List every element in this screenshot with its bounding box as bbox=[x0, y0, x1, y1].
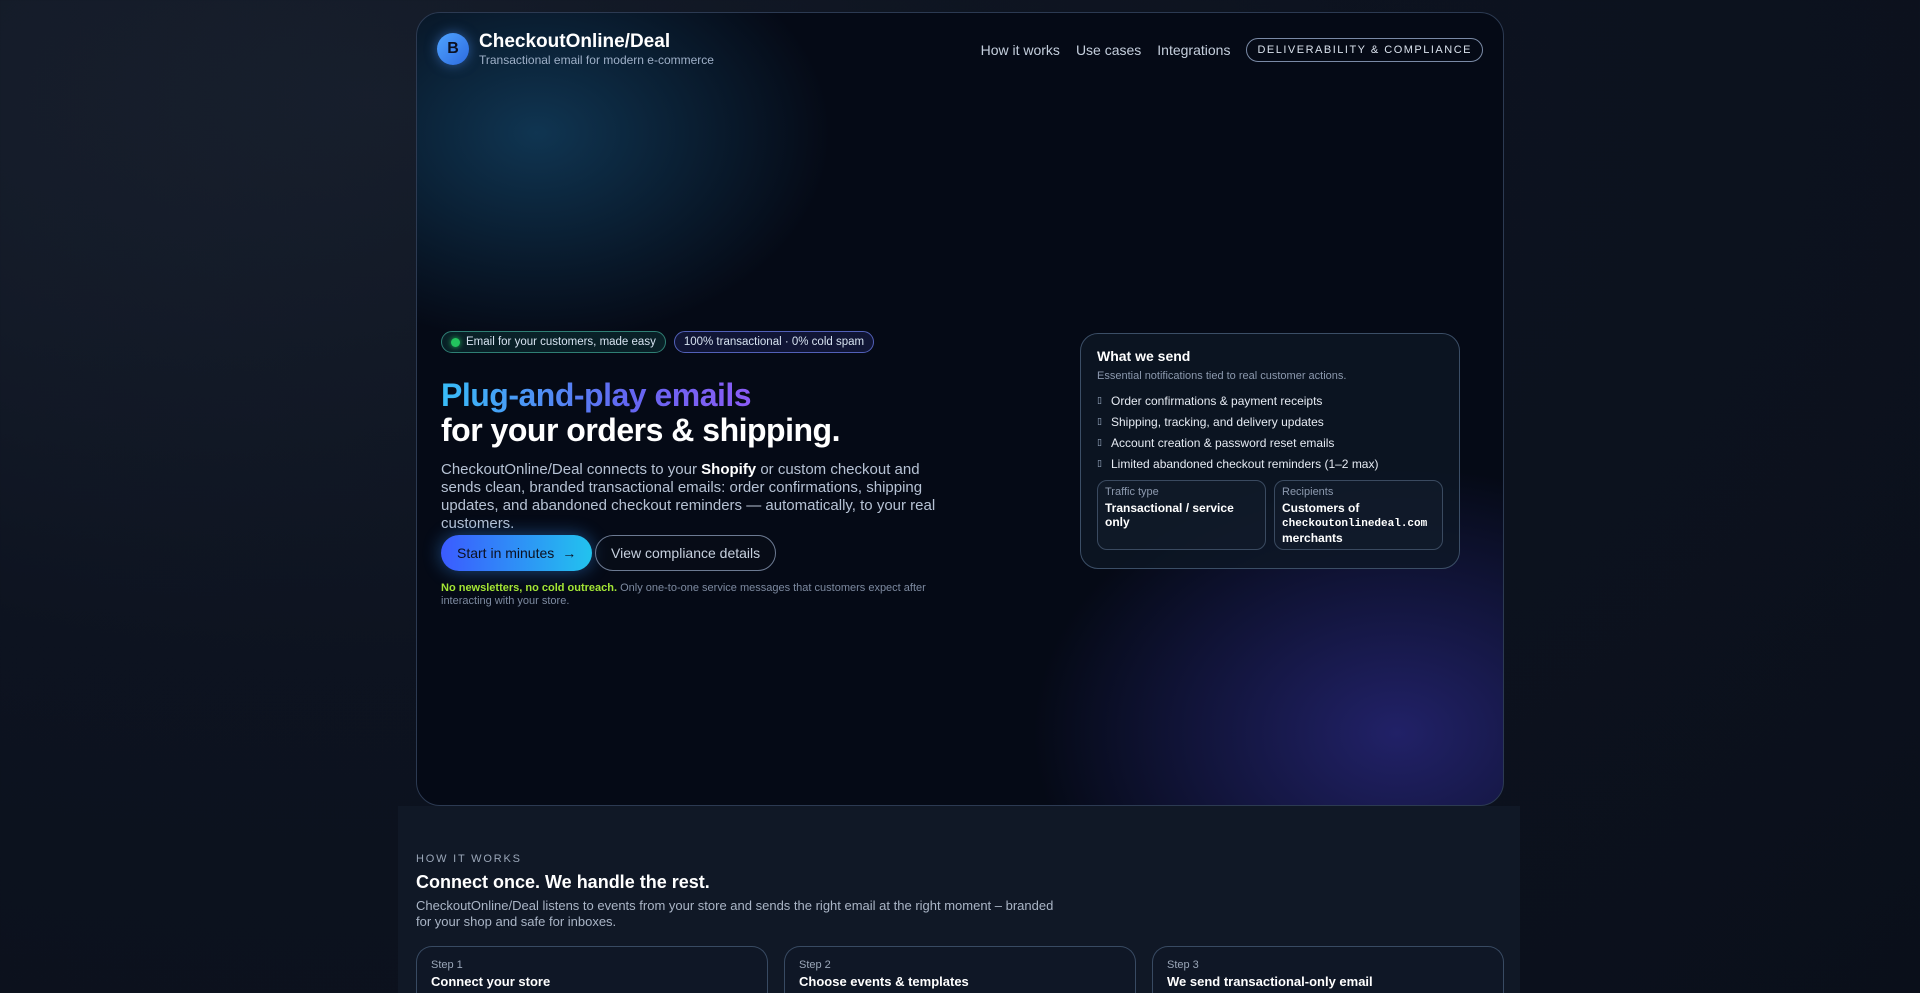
what-we-send-card: What we send Essential notifications tie… bbox=[1080, 333, 1460, 569]
recipients-prefix: Customers of bbox=[1282, 501, 1360, 515]
step-card: Step 3 We send transactional-only email bbox=[1152, 946, 1504, 993]
hero-note: No newsletters, no cold outreach. Only o… bbox=[441, 582, 931, 608]
hero-pills: Email for your customers, made easy 100%… bbox=[441, 331, 875, 353]
list-item: ▯ Account creation & password reset email… bbox=[1097, 432, 1443, 453]
traffic-type-value: Transactional / service only bbox=[1105, 501, 1234, 529]
pill-transactional: 100% transactional · 0% cold spam bbox=[673, 331, 875, 353]
pill-customers-label: Email for your customers, made easy bbox=[466, 336, 656, 348]
lead-text-start: CheckoutOnline/Deal connects to your bbox=[441, 461, 702, 478]
top-nav: How it works Use cases Integrations DELI… bbox=[981, 38, 1483, 62]
check-icon: ▯ bbox=[1097, 395, 1102, 405]
steps: Step 1 Connect your store Step 2 Choose … bbox=[416, 946, 1504, 993]
check-icon: ▯ bbox=[1097, 458, 1102, 468]
list-item-label: Shipping, tracking, and delivery updates bbox=[1111, 414, 1324, 429]
recipients-suffix: merchants bbox=[1282, 531, 1343, 545]
nav-link-how-it-works[interactable]: How it works bbox=[981, 42, 1060, 58]
arrow-right-icon: → bbox=[562, 545, 577, 561]
send-list: ▯ Order confirmations & payment receipts … bbox=[1097, 390, 1443, 474]
brand[interactable]: B CheckoutOnline/Deal Transactional emai… bbox=[437, 31, 714, 67]
step-number: Step 2 bbox=[799, 959, 831, 971]
list-item-label: Order confirmations & payment receipts bbox=[1111, 393, 1323, 408]
nav-deliverability-button[interactable]: DELIVERABILITY & COMPLIANCE bbox=[1246, 38, 1483, 62]
brand-tagline: Transactional email for modern e-commerc… bbox=[479, 53, 714, 67]
list-item: ▯ Order confirmations & payment receipts bbox=[1097, 390, 1443, 411]
recipients-value: Customers of checkoutonlinedeal.com merc… bbox=[1282, 501, 1435, 545]
step-title: Choose events & templates bbox=[799, 974, 969, 989]
what-we-send-subtitle: Essential notifications tied to real cus… bbox=[1097, 370, 1347, 382]
status-dot-icon bbox=[451, 337, 460, 347]
recipients-domain: checkoutonlinedeal.com bbox=[1282, 518, 1428, 530]
step-number: Step 1 bbox=[431, 959, 463, 971]
step-card: Step 2 Choose events & templates bbox=[784, 946, 1136, 993]
hero-card: B CheckoutOnline/Deal Transactional emai… bbox=[416, 12, 1504, 806]
hero-lead: CheckoutOnline/Deal connects to your Sho… bbox=[441, 461, 961, 533]
step-number: Step 3 bbox=[1167, 959, 1199, 971]
list-item-label: Account creation & password reset emails bbox=[1111, 435, 1335, 450]
brand-logo[interactable]: B bbox=[437, 33, 469, 65]
compliance-button[interactable]: View compliance details bbox=[595, 535, 777, 571]
start-button[interactable]: Start in minutes → bbox=[441, 535, 593, 571]
what-we-send-title: What we send bbox=[1097, 348, 1191, 364]
pill-transactional-label: 100% transactional · 0% cold spam bbox=[683, 336, 865, 348]
brand-text: CheckoutOnline/Deal Transactional email … bbox=[479, 31, 714, 67]
how-it-works-kicker: HOW IT WORKS bbox=[416, 853, 522, 865]
nav-link-use-cases[interactable]: Use cases bbox=[1076, 42, 1141, 58]
step-title: Connect your store bbox=[431, 974, 551, 989]
list-item: ▯ Limited abandoned checkout reminders (1… bbox=[1097, 453, 1443, 474]
lead-shopify: Shopify bbox=[701, 461, 757, 478]
traffic-type-box: Traffic type Transactional / service onl… bbox=[1097, 480, 1266, 550]
how-it-works-title: Connect once. We handle the rest. bbox=[416, 872, 710, 892]
check-icon: ▯ bbox=[1097, 437, 1102, 447]
check-icon: ▯ bbox=[1097, 416, 1102, 426]
step-card: Step 1 Connect your store bbox=[416, 946, 768, 993]
start-button-label: Start in minutes bbox=[457, 545, 555, 561]
list-item-label: Limited abandoned checkout reminders (1–… bbox=[1111, 456, 1379, 471]
headline-plain: for your orders & shipping. bbox=[441, 412, 840, 448]
step-title: We send transactional-only email bbox=[1167, 974, 1373, 989]
list-item: ▯ Shipping, tracking, and delivery update… bbox=[1097, 411, 1443, 432]
brand-name: CheckoutOnline/Deal bbox=[479, 31, 671, 52]
how-it-works-section: HOW IT WORKS Connect once. We handle the… bbox=[398, 806, 1520, 993]
traffic-type-label: Traffic type bbox=[1105, 486, 1159, 498]
pill-customers: Email for your customers, made easy bbox=[441, 331, 666, 353]
note-highlight: No newsletters, no cold outreach. bbox=[441, 582, 618, 594]
info-row: Traffic type Transactional / service onl… bbox=[1097, 480, 1443, 550]
how-it-works-description: CheckoutOnline/Deal listens to events fr… bbox=[416, 898, 1054, 929]
nav-link-integrations[interactable]: Integrations bbox=[1157, 42, 1230, 58]
recipients-label: Recipients bbox=[1282, 486, 1334, 498]
headline-gradient: Plug-and-play emails bbox=[441, 377, 752, 413]
recipients-box: Recipients Customers of checkoutonlinede… bbox=[1274, 480, 1443, 550]
